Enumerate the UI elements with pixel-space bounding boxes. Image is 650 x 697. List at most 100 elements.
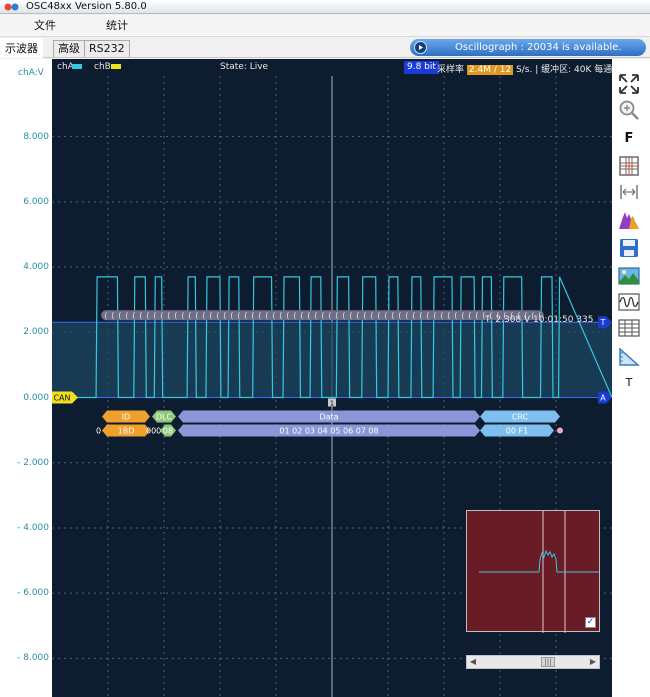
bit-marker: ( (209, 311, 212, 320)
bit-marker: ( (188, 311, 191, 320)
menu-bar: 文件 统计 (0, 15, 650, 37)
bit-marker: ( (132, 311, 135, 320)
notice-text: Oscillograph : 20034 is available. (455, 42, 622, 53)
bit-marker: ( (125, 311, 128, 320)
bit-resolution-badge: 9.8 bit (404, 61, 439, 74)
bit-marker: ( (293, 311, 296, 320)
y-tick-label: 2.000 (23, 327, 49, 338)
bit-marker: ( (307, 311, 310, 320)
sample-rate-info: 采样率 2.4M / 12 S/s. | 缓冲区: 40K 每通道 (437, 62, 621, 75)
bit-marker: ( (104, 311, 107, 320)
bit-marker: ( (468, 311, 471, 320)
y-tick-label: - 8.000 (17, 653, 49, 664)
bit-marker: ( (342, 311, 345, 320)
tab-oscilloscope[interactable]: 示波器 (0, 38, 43, 58)
sample-rate-prefix: 采样率 (437, 65, 465, 75)
y-tick-label: - 6.000 (17, 588, 49, 599)
bit-marker: ( (314, 311, 317, 320)
bit-marker: ( (363, 311, 366, 320)
decode-crc-value-label: 00 F1 (506, 427, 528, 436)
scroll-thumb[interactable]: ||| (541, 657, 555, 667)
y-tick-label: 6.000 (23, 196, 49, 207)
bit-marker: ( (272, 311, 275, 320)
menu-statistics[interactable]: 统计 (106, 15, 128, 37)
bit-marker: ( (286, 311, 289, 320)
bit-marker: ( (461, 311, 464, 320)
tab-rs232[interactable]: RS232 (84, 40, 130, 57)
bit-marker: ( (377, 311, 380, 320)
bit-marker: ( (426, 311, 429, 320)
right-toolbar: F T (612, 59, 650, 697)
y-axis-unit: chA:V (18, 68, 44, 78)
bit-marker: ( (279, 311, 282, 320)
channel-a-marker-label: A (600, 394, 606, 403)
sample-rate-value[interactable]: 2.4M / 12 (466, 65, 514, 75)
waveform-icon[interactable] (616, 289, 642, 315)
bit-marker: ( (349, 311, 352, 320)
bit-marker: ( (412, 311, 415, 320)
bit-marker: ( (370, 311, 373, 320)
bit-marker: ( (146, 311, 149, 320)
y-axis-panel: chA:V 8.000 6.000 4.000 2.000 0.000 - 2.000 - … (0, 59, 52, 697)
y-tick-label: - 2.000 (17, 457, 49, 468)
font-icon[interactable]: F (616, 125, 642, 151)
decode-dlc-field-label: DLC (156, 413, 173, 422)
bit-marker: ( (160, 311, 163, 320)
bit-marker: ( (195, 311, 198, 320)
tab-advanced[interactable]: 高级 (53, 40, 85, 57)
save-icon[interactable] (616, 235, 642, 261)
bit-marker: ( (153, 311, 156, 320)
fit-screen-icon[interactable] (616, 71, 642, 97)
scroll-right-icon[interactable]: ▶ (587, 656, 599, 668)
bit-marker: ( (440, 311, 443, 320)
y-tick-label: 0.000 (23, 392, 49, 403)
overview-minimap[interactable]: ✓ (466, 510, 600, 633)
decode-data-value-label: 01 02 03 04 05 06 07 08 (279, 427, 378, 436)
overview-waveform (479, 511, 599, 633)
scope-status-strip: chA chB State: Live 9.8 bit 采样率 2.4M / 1… (52, 59, 621, 76)
trigger-marker-label: T (600, 318, 606, 327)
center-marker-label: 1 (330, 400, 334, 408)
overview-checkbox[interactable]: ✓ (585, 617, 596, 628)
decode-id-field-label: ID (122, 413, 131, 422)
bit-marker: ( (433, 311, 436, 320)
y-tick-label: 8.000 (23, 131, 49, 142)
decode-data-field-label: Data (319, 413, 338, 422)
bit-marker: ( (454, 311, 457, 320)
chA-swatch (72, 64, 82, 69)
grid-icon[interactable] (616, 153, 642, 179)
chB-swatch (111, 64, 121, 69)
bit-marker: ( (223, 311, 226, 320)
chB-legend: chB (94, 62, 111, 72)
bit-marker: ( (251, 311, 254, 320)
bit-marker: ( (419, 311, 422, 320)
bit-marker: ( (300, 311, 303, 320)
horizontal-scrollbar[interactable]: ◀ ||| ▶ (466, 655, 600, 669)
ruler-icon[interactable] (616, 343, 642, 369)
zoom-icon[interactable] (616, 97, 642, 123)
fft-spectrum-icon[interactable] (616, 207, 642, 233)
sample-rate-suffix: S/s. | 缓冲区: 40K 每通道 (516, 65, 622, 75)
bit-marker: ( (391, 311, 394, 320)
bit-marker: ( (111, 311, 114, 320)
y-tick-label: - 4.000 (17, 522, 49, 533)
text-icon[interactable]: T (616, 369, 642, 395)
bit-marker: ( (174, 311, 177, 320)
decode-dlc-value-label: 08 (163, 427, 173, 436)
device-notice-banner[interactable]: Oscillograph : 20034 is available. (410, 39, 646, 56)
bit-marker: ( (230, 311, 233, 320)
trigger-band (52, 322, 612, 398)
table-icon[interactable] (616, 315, 642, 341)
image-export-icon[interactable] (616, 263, 642, 289)
decode-end-marker (557, 427, 563, 434)
menu-file[interactable]: 文件 (34, 15, 56, 37)
bit-marker: ( (237, 311, 240, 320)
decode-id-value-label: 1BD (118, 427, 135, 436)
cursor-measure-icon[interactable] (616, 179, 642, 205)
scroll-left-icon[interactable]: ◀ (467, 656, 479, 668)
bit-marker: ( (216, 311, 219, 320)
bit-marker: ( (202, 311, 205, 320)
bit-marker: ( (328, 311, 331, 320)
bit-marker: ( (405, 311, 408, 320)
bit-marker: ( (398, 311, 401, 320)
